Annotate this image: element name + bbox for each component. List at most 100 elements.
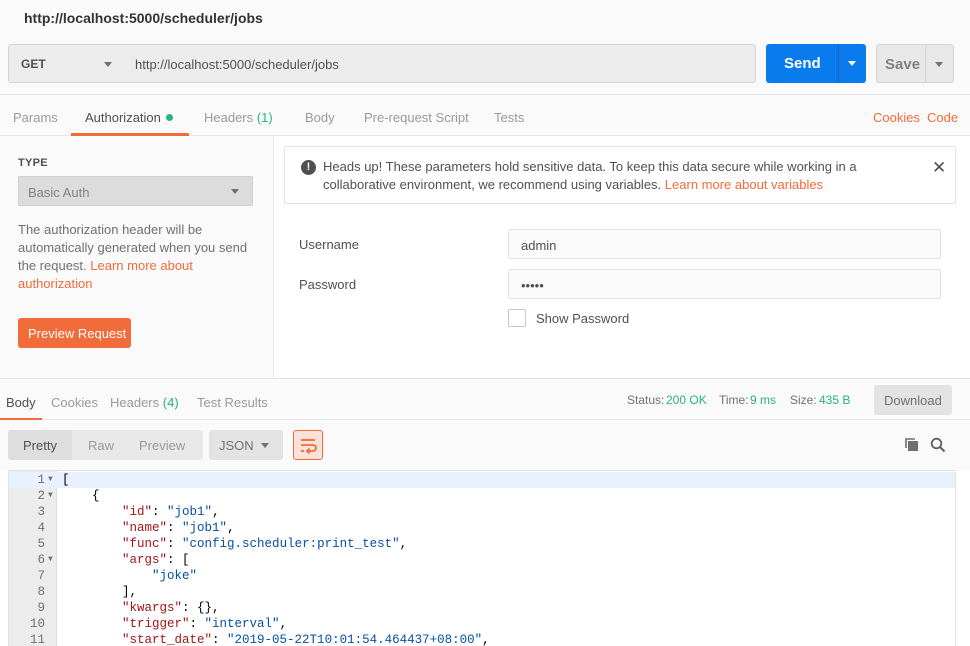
line-number: 3 [37, 505, 45, 519]
line-number: 1 [37, 473, 45, 487]
tab-authorization[interactable]: Authorization [85, 110, 161, 125]
title-bar: http://localhost:5000/scheduler/jobs [0, 0, 970, 35]
window-title: http://localhost:5000/scheduler/jobs [24, 10, 263, 26]
line-number: 6 [37, 553, 45, 567]
show-password-checkbox[interactable] [508, 309, 526, 327]
code-text: [ [62, 473, 70, 487]
learn-more-variables-link[interactable]: Learn more about variables [665, 177, 823, 192]
tab-tests[interactable]: Tests [494, 110, 524, 125]
send-options-button[interactable] [838, 44, 866, 83]
tab-response-body[interactable]: Body [6, 395, 36, 410]
tab-params[interactable]: Params [13, 110, 58, 125]
view-mode-toggle: Pretty Raw Preview [8, 430, 203, 460]
chevron-down-icon [848, 61, 856, 66]
status-dot-icon [166, 114, 173, 121]
username-label: Username [299, 237, 359, 252]
size-label: Size: [790, 393, 817, 407]
code-line: 10 "trigger": "interval", [9, 616, 955, 632]
tab-response-cookies[interactable]: Cookies [51, 395, 98, 410]
fold-toggle-icon[interactable]: ▼ [48, 488, 53, 504]
code-line: 9 "kwargs": {}, [9, 600, 955, 616]
cookies-link[interactable]: Cookies [873, 110, 920, 125]
code-line: 3 "id": "job1", [9, 504, 955, 520]
url-value: http://localhost:5000/scheduler/jobs [135, 57, 339, 72]
code-line: 5 "func": "config.scheduler:print_test", [9, 536, 955, 552]
code-line: 4 "name": "job1", [9, 520, 955, 536]
line-number: 11 [29, 633, 45, 646]
code-text: "id": "job1", [122, 505, 220, 519]
tab-body[interactable]: Body [305, 110, 335, 125]
response-toolbar: Pretty Raw Preview JSON [0, 420, 970, 470]
size-value: 435 B [819, 393, 851, 407]
close-icon[interactable]: ✕ [932, 158, 946, 178]
exclamation-icon: ! [301, 160, 316, 175]
wrap-lines-button[interactable] [293, 430, 323, 460]
time-label: Time: [719, 393, 749, 407]
sensitive-data-alert: ! Heads up! These parameters hold sensit… [284, 146, 956, 204]
search-icon[interactable] [930, 437, 946, 453]
code-text: "func": "config.scheduler:print_test", [122, 537, 408, 551]
auth-fields-panel: ! Heads up! These parameters hold sensit… [274, 136, 970, 378]
tab-headers[interactable]: Headers (1) [204, 110, 273, 125]
code-text: "name": "job1", [122, 521, 235, 535]
code-line: 8 ], [9, 584, 955, 600]
line-number: 10 [29, 617, 45, 631]
request-bar: GET http://localhost:5000/scheduler/jobs… [0, 35, 970, 95]
code-line: 7 "joke" [9, 568, 955, 584]
request-tabs: Params Authorization Headers (1) Body Pr… [0, 95, 970, 136]
auth-type-select[interactable]: Basic Auth [18, 176, 253, 206]
line-number: 7 [37, 569, 45, 583]
response-headers-count-badge: (4) [162, 395, 179, 410]
wrap-icon [301, 439, 317, 455]
tab-test-results[interactable]: Test Results [197, 395, 268, 410]
save-options-button[interactable] [926, 44, 954, 83]
password-label: Password [299, 277, 357, 292]
code-line: 2 ▼ { [9, 488, 955, 504]
headers-count-badge: (1) [256, 110, 273, 125]
alert-message: Heads up! These parameters hold sensitiv… [323, 159, 857, 192]
preview-mode-button[interactable]: Preview [139, 438, 185, 453]
chevron-down-icon [935, 62, 943, 67]
preview-request-button[interactable]: Preview Request [18, 318, 131, 348]
code-line: 11 "start_date": "2019-05-22T10:01:54.46… [9, 632, 955, 646]
line-number: 8 [37, 585, 45, 599]
code-line: 1 ▼ [ [9, 472, 955, 488]
code-text: "args": [ [122, 553, 190, 567]
username-field[interactable]: admin [508, 229, 941, 259]
line-number: 5 [37, 537, 45, 551]
line-number: 4 [37, 521, 45, 535]
method-select[interactable]: GET [8, 44, 125, 83]
format-select[interactable]: JSON [209, 430, 283, 460]
fold-toggle-icon[interactable]: ▼ [48, 552, 53, 568]
line-number: 9 [37, 601, 45, 615]
copy-icon[interactable] [904, 437, 919, 452]
type-label: TYPE [18, 157, 48, 169]
fold-toggle-icon[interactable]: ▼ [48, 472, 53, 488]
status-value: 200 OK [666, 393, 707, 407]
method-value: GET [21, 57, 46, 71]
code-text: "kwargs": {}, [122, 601, 220, 615]
code-text: ], [62, 585, 138, 599]
code-text: "trigger": "interval", [122, 617, 288, 631]
tab-prerequest-script[interactable]: Pre-request Script [364, 110, 469, 125]
auth-type-panel: TYPE Basic Auth The authorization header… [0, 136, 274, 378]
auth-description: The authorization header will be automat… [18, 222, 248, 291]
download-button[interactable]: Download [874, 385, 952, 415]
tab-response-headers[interactable]: Headers (4) [110, 395, 179, 410]
pretty-mode-button[interactable]: Pretty [23, 438, 57, 453]
chevron-down-icon [104, 62, 112, 67]
response-body-editor[interactable]: 1 ▼[2 ▼ {3 "id": "job1", 4 "name": "job1", 5… [8, 470, 956, 646]
chevron-down-icon [261, 443, 269, 448]
url-input[interactable]: http://localhost:5000/scheduler/jobs [124, 44, 756, 83]
save-button[interactable]: Save [876, 44, 926, 83]
time-value: 9 ms [750, 393, 777, 407]
chevron-down-icon [231, 189, 239, 194]
send-button[interactable]: Send [766, 44, 838, 83]
line-number: 2 [37, 489, 45, 503]
show-password-label[interactable]: Show Password [536, 311, 629, 326]
password-field[interactable]: ••••• [508, 269, 941, 299]
raw-mode-button[interactable]: Raw [88, 438, 114, 453]
code-link[interactable]: Code [927, 110, 958, 125]
code-text: "joke" [152, 569, 198, 583]
auth-type-value: Basic Auth [28, 185, 90, 200]
